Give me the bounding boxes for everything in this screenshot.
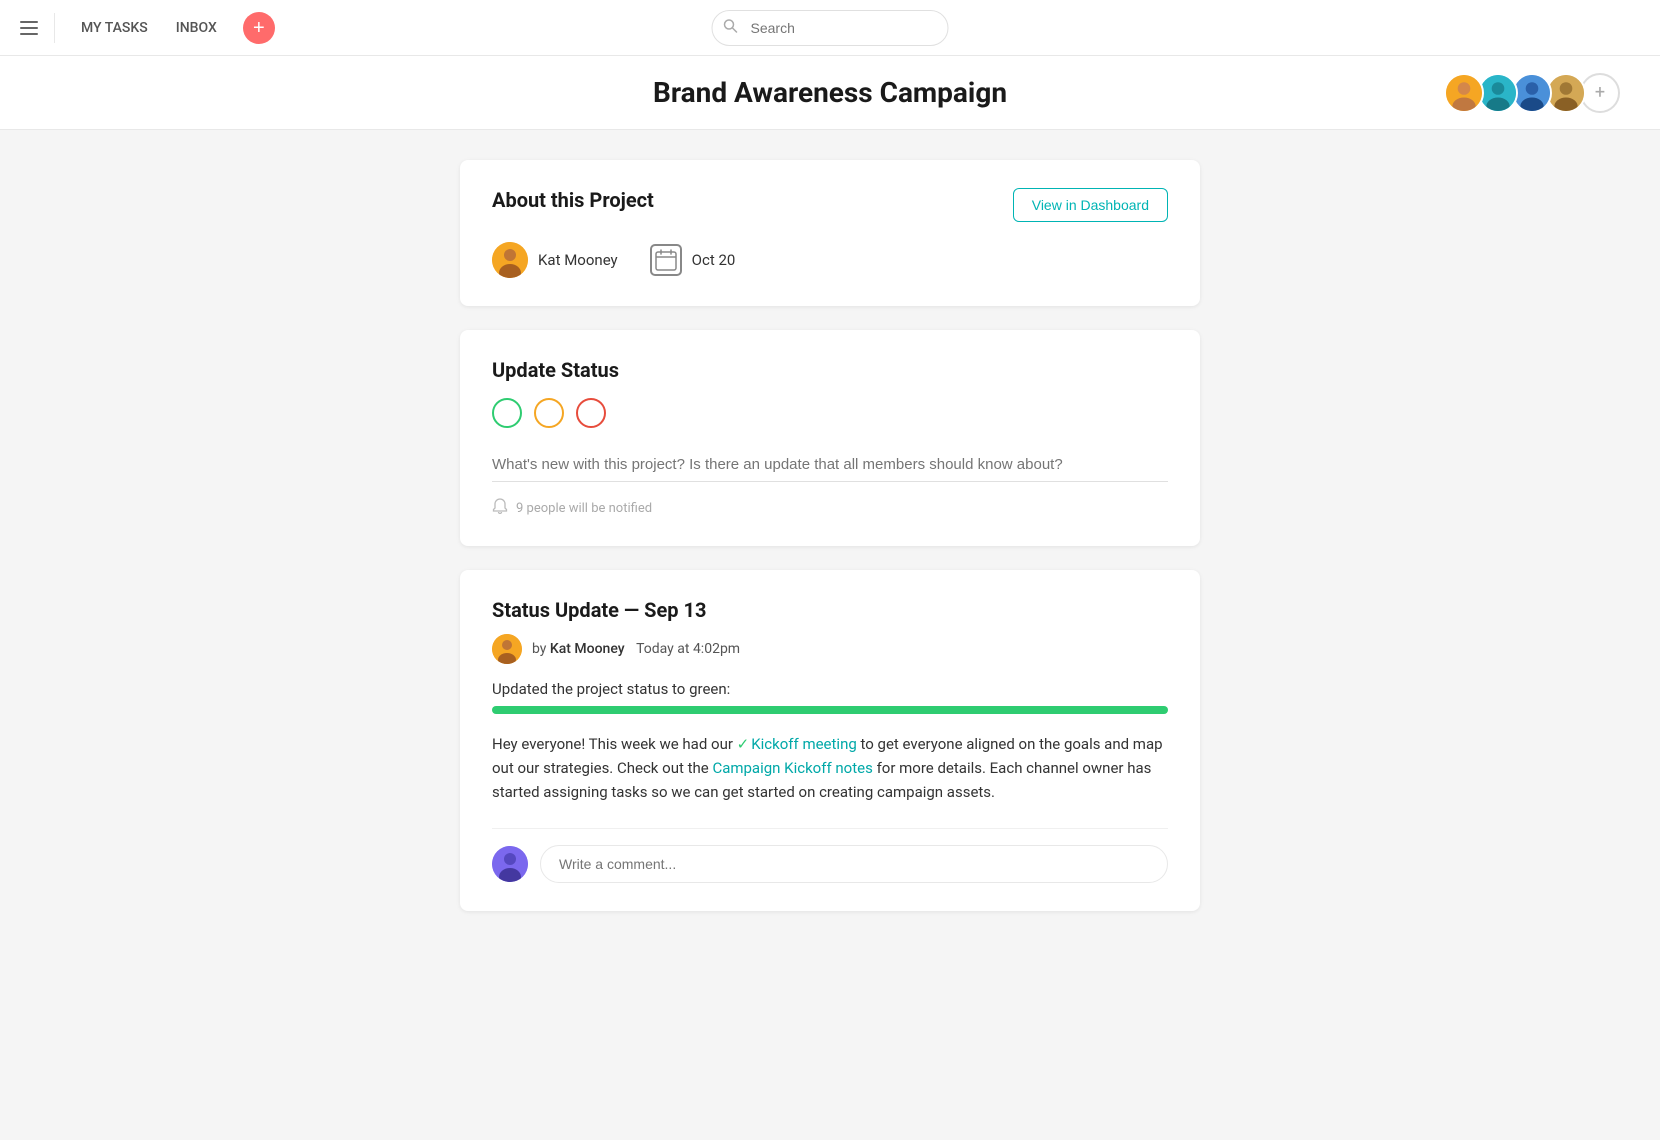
nav-links: MY TASKS INBOX + <box>71 12 275 44</box>
comment-avatar <box>492 846 528 882</box>
status-update-input[interactable] <box>492 448 1168 482</box>
nav-my-tasks[interactable]: MY TASKS <box>71 14 158 42</box>
update-timestamp: Today at 4:02pm <box>636 641 740 657</box>
notification-row: 9 people will be notified <box>492 498 1168 518</box>
owner-avatar <box>492 242 528 278</box>
owner-name: Kat Mooney <box>538 251 618 269</box>
about-project-title: About this Project <box>492 188 654 212</box>
project-date: Oct 20 <box>650 244 736 276</box>
project-due-date: Oct 20 <box>692 251 736 269</box>
status-circle-green[interactable] <box>492 398 522 428</box>
status-update-title: Status Update — Sep 13 <box>492 598 1168 622</box>
status-circles <box>492 398 1168 428</box>
update-author-name: Kat Mooney <box>550 641 625 657</box>
hamburger-menu[interactable] <box>20 21 38 35</box>
avatar-3[interactable] <box>1512 73 1552 113</box>
search-icon <box>724 19 738 37</box>
update-body: Hey everyone! This week we had our ✓Kick… <box>492 732 1168 804</box>
update-status-card: Update Status 9 people will be notified <box>460 330 1200 546</box>
top-nav: MY TASKS INBOX + <box>0 0 1660 56</box>
status-update-card: Status Update — Sep 13 by Kat Mooney Tod… <box>460 570 1200 911</box>
project-meta: Kat Mooney Oct 20 <box>492 242 1168 278</box>
header-avatars: + <box>1450 73 1620 113</box>
avatar-4[interactable] <box>1546 73 1586 113</box>
comment-area <box>492 828 1168 883</box>
update-status-title: Update Status <box>492 358 1168 382</box>
update-author-row: by Kat Mooney Today at 4:02pm <box>492 634 1168 664</box>
checkmark-icon: ✓ <box>737 735 750 753</box>
add-member-button[interactable]: + <box>1580 73 1620 113</box>
avatar-1[interactable] <box>1444 73 1484 113</box>
search-input[interactable] <box>712 10 949 46</box>
view-dashboard-button[interactable]: View in Dashboard <box>1013 188 1168 222</box>
search-container <box>712 10 949 46</box>
bell-icon <box>492 498 508 518</box>
kickoff-meeting-link[interactable]: Kickoff meeting <box>751 735 857 753</box>
about-project-card: About this Project View in Dashboard Kat… <box>460 160 1200 306</box>
about-project-header: About this Project View in Dashboard <box>492 188 1168 222</box>
page-title: Brand Awareness Campaign <box>0 76 1660 109</box>
campaign-notes-link[interactable]: Campaign Kickoff notes <box>712 759 872 777</box>
avatar-2[interactable] <box>1478 73 1518 113</box>
update-author-info: by Kat Mooney Today at 4:02pm <box>532 641 740 657</box>
update-status-label: Updated the project status to green: <box>492 680 1168 698</box>
nav-inbox[interactable]: INBOX <box>166 14 227 42</box>
page-header: Brand Awareness Campaign <box>0 56 1660 130</box>
green-progress-bar <box>492 706 1168 714</box>
nav-add-button[interactable]: + <box>243 12 275 44</box>
main-content: About this Project View in Dashboard Kat… <box>440 130 1220 965</box>
notification-text: 9 people will be notified <box>516 501 652 516</box>
calendar-icon <box>650 244 682 276</box>
comment-input[interactable] <box>540 845 1168 883</box>
update-by-label: by <box>532 641 550 657</box>
update-body-part1: Hey everyone! This week we had our <box>492 735 737 753</box>
status-circle-yellow[interactable] <box>534 398 564 428</box>
project-owner: Kat Mooney <box>492 242 618 278</box>
nav-divider <box>54 13 55 43</box>
status-circle-red[interactable] <box>576 398 606 428</box>
update-author-avatar <box>492 634 522 664</box>
